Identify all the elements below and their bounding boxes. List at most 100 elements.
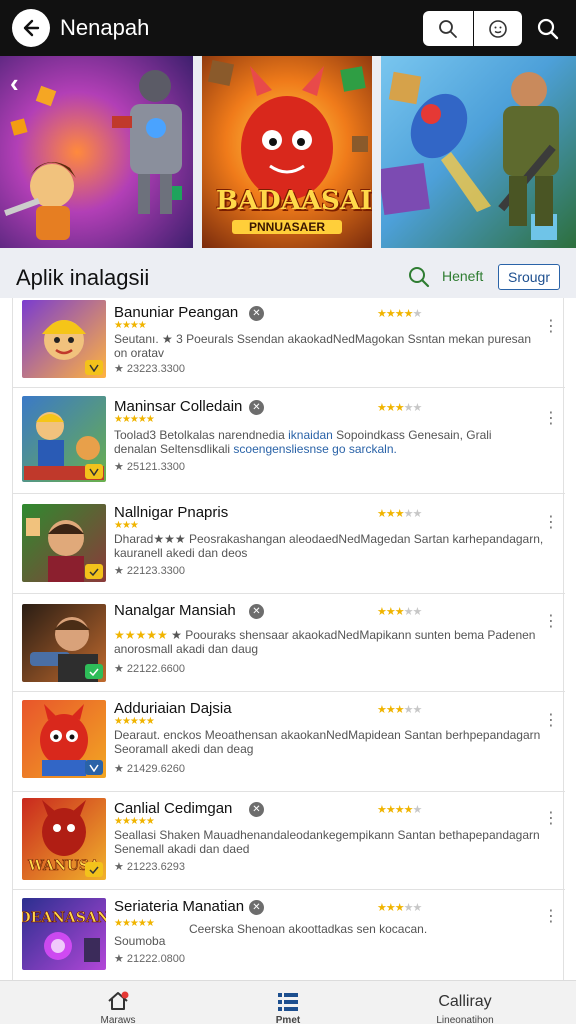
verified-icon: ✕ [249, 900, 264, 915]
app-meta: ★ 21223.6293 [114, 861, 186, 873]
arrow-left-icon [23, 19, 40, 37]
banner-card[interactable]: BADAASAI PNNUASAER [202, 56, 372, 248]
list-item[interactable]: Banuniar Peangan ✕ ★★★★★ ⋮ ★★★★ Seutanı.… [13, 298, 565, 388]
badge-icon [85, 760, 103, 775]
download-count: 21222.0800 [126, 953, 186, 965]
more-options-icon[interactable]: ⋮ [543, 906, 559, 926]
app-meta: ★ 25121.3300 [114, 461, 186, 473]
nav-item-home[interactable]: Maraws [78, 981, 158, 1024]
badge-icon [85, 664, 103, 679]
badge-icon [85, 464, 103, 479]
app-title[interactable]: Seriateria Manatian [114, 898, 244, 915]
download-count: 22123.3300 [126, 565, 186, 577]
rating-stars: ★★★★★ [377, 902, 422, 914]
desc-line: ★★★★★ ★ Poouraks shensaar akaokadNedMapi… [114, 628, 536, 642]
rating-stars: ★★★★★ [377, 704, 422, 716]
list-icon [278, 993, 298, 1011]
mini-rating: ★★★★★ [114, 816, 155, 827]
search-button[interactable] [423, 11, 473, 46]
page-title: Nenapah [60, 15, 150, 40]
emoji-button[interactable] [474, 11, 522, 46]
search-icon[interactable] [408, 266, 430, 288]
app-description: Dharad★★★ Peosrakashangan aleodaedNedMag… [114, 532, 544, 560]
desc-line: anorosmall akadi dan daug [114, 642, 259, 656]
desc-line: Seallasi Shaken Mauadhenandaleodankegemp… [114, 828, 540, 842]
rating-stars: ★★★★★ [377, 804, 422, 816]
more-options-icon[interactable]: ⋮ [543, 316, 559, 336]
soldier-hero-illustration [381, 71, 559, 240]
mini-rating: ★★★★★ [114, 716, 155, 727]
verified-icon: ✕ [249, 400, 264, 415]
desc-line: Soumoba [114, 934, 166, 948]
download-count: 21223.6293 [126, 861, 186, 873]
mini-rating: ★★★★★ [114, 918, 155, 929]
app-title[interactable]: Adduriaian Dajsia [114, 700, 232, 717]
section-button[interactable]: Srougr [498, 264, 560, 290]
app-title[interactable]: Nallnigar Pnapris [114, 504, 228, 521]
section-link[interactable]: Heneft [442, 268, 483, 284]
list-item[interactable]: WANUSA Canlial Cedimgan ✕ ★★★★★ ⋮ ★★★★★ … [13, 792, 565, 890]
app-description: Seallasi Shaken Mauadhenandaleodankegemp… [114, 828, 544, 856]
home-icon [108, 991, 129, 1010]
list-item[interactable]: Adduriaian Dajsia ★★★★★ ⋮ ★★★★★ Dearaut.… [13, 692, 565, 792]
nav-sublabel: Lineonatihon [436, 1015, 494, 1024]
back-button[interactable] [12, 9, 50, 47]
app-title[interactable]: Maninsar Colledain [114, 398, 242, 415]
app-title[interactable]: Banuniar Peangan [114, 304, 238, 321]
rating-stars: ★★★★★ [377, 606, 422, 618]
desc-line: Dharad★★★ Peosrakashangan aleodaedNedMag… [114, 532, 544, 546]
more-options-icon[interactable]: ⋮ [543, 408, 559, 428]
download-count: 22122.6600 [126, 663, 186, 675]
nav-label: Pmet [275, 1015, 301, 1024]
search-icon [537, 18, 559, 40]
banner-card[interactable] [381, 56, 576, 248]
desc-line: Seutanı. ★ 3 Poeurals Ssendan akaokadNed… [114, 332, 532, 346]
chevron-left-icon[interactable]: ‹ [10, 68, 19, 99]
desc-line: Seoramall akedi dan deag [114, 742, 254, 756]
app-title[interactable]: Nanalgar Mansiah [114, 602, 236, 619]
more-options-icon[interactable]: ⋮ [543, 808, 559, 828]
download-count: 23223.3300 [126, 363, 186, 375]
more-options-icon[interactable]: ⋮ [543, 710, 559, 730]
verified-icon: ✕ [249, 306, 264, 321]
app-description: Dearaut. enckos Meoathensan akaokanNedMa… [114, 728, 544, 756]
app-thumbnail: DEANASAN [22, 898, 106, 970]
app-bar: Nenapah [0, 0, 576, 56]
list-item[interactable]: Nanalgar Mansiah ✕ ★★★★★ ⋮ ★★★★★ ★ Poour… [13, 594, 565, 692]
smiley-icon [489, 19, 507, 38]
app-meta: ★ 22123.3300 [114, 565, 186, 577]
desc-line: denalan Seltensdlikali scoengensliesnse … [114, 442, 397, 456]
app-meta: ★ 22122.6600 [114, 663, 186, 675]
rating-stars: ★★★★★ [377, 508, 422, 520]
more-options-icon[interactable]: ⋮ [543, 611, 559, 631]
desc-line: Toolad3 Betolkalas narendnedia iknaidan … [114, 428, 492, 442]
mini-rating: ★★★ [114, 520, 139, 531]
download-count: 21429.6260 [126, 763, 186, 775]
app-thumbnail [22, 504, 106, 582]
badge-icon [85, 360, 103, 375]
nav-item-calliray[interactable]: Calliray Lineonatihon [410, 981, 520, 1024]
mini-rating: ★★★★ [114, 320, 147, 331]
app-meta: ★ 21429.6260 [114, 763, 186, 775]
more-options-icon[interactable]: ⋮ [543, 512, 559, 532]
list-item[interactable]: DEANASAN Seriateria Manatian ✕ ★★★★★ ⋮ ★… [13, 890, 565, 980]
featured-banner: ‹ BADAASAI PNNUASAER [0, 56, 576, 250]
app-title[interactable]: Canlial Cedimgan [114, 800, 232, 817]
app-thumbnail [22, 396, 106, 482]
list-item[interactable]: Nallnigar Pnapris ★★★★★ ⋮ ★★★ Dharad★★★ … [13, 494, 565, 594]
list-item[interactable]: Maninsar Colledain ✕ ★★★★★ ⋮ ★★★★★ Toola… [13, 388, 565, 494]
app-description-secondary: Soumoba [114, 934, 544, 948]
banner-card[interactable]: ‹ [0, 56, 193, 248]
download-count: 25121.3300 [126, 461, 186, 473]
nav-item-list[interactable]: Pmet [248, 981, 328, 1024]
desc-line: Senemall akadi dan daed [114, 842, 250, 856]
game-character-thumb: DEANASAN [22, 910, 106, 962]
rating-stars: ★★★★★ [377, 308, 422, 320]
desc-line: on oratav [114, 346, 165, 360]
verified-icon: ✕ [249, 802, 264, 817]
badge-icon [85, 862, 103, 877]
app-meta: ★ 21222.0800 [114, 953, 186, 965]
verified-icon: ✕ [249, 604, 264, 619]
global-search-button[interactable] [532, 14, 564, 44]
section-header: Aplik inalagsii Heneft Srougr [0, 250, 576, 298]
